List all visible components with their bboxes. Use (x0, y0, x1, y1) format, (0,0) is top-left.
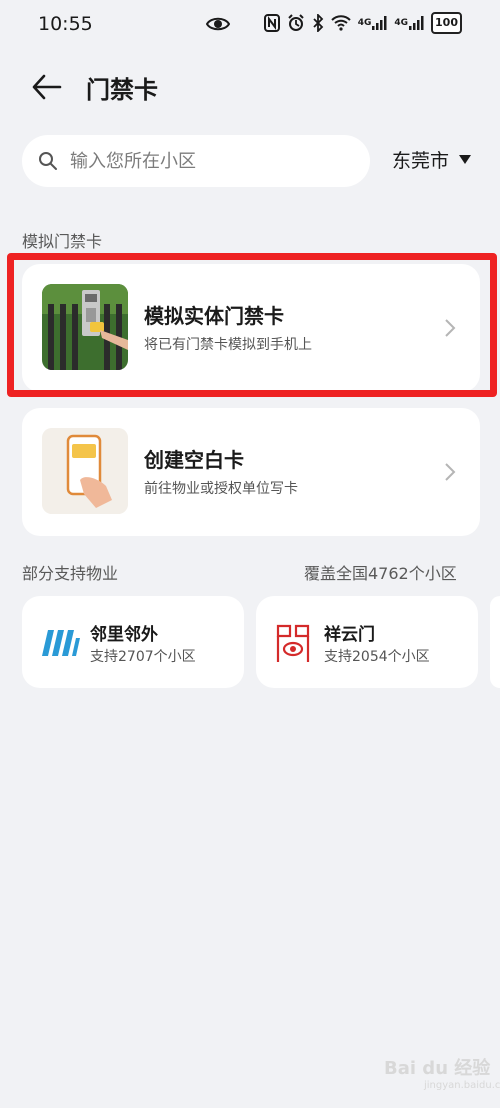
status-icons: 4G 4G 100 (263, 12, 462, 34)
chevron-right-icon (445, 319, 456, 337)
search-box[interactable] (22, 135, 370, 187)
coverage-count: 覆盖全国4762个小区 (304, 564, 457, 583)
battery-icon: 100 (431, 12, 462, 34)
property-card-partial[interactable] (490, 596, 500, 688)
section-label-simulate: 模拟门禁卡 (22, 232, 103, 251)
back-arrow-icon[interactable] (30, 72, 62, 102)
property-card-xiangyun[interactable]: 祥云门 支持2054个小区 (256, 596, 478, 688)
card-subtitle: 前往物业或授权单位写卡 (144, 481, 298, 497)
city-label: 东莞市 (392, 150, 450, 172)
wifi-icon (331, 12, 351, 34)
create-blank-card[interactable]: 创建空白卡 前往物业或授权单位写卡 (22, 408, 480, 536)
search-input[interactable] (70, 150, 350, 172)
card-subtitle: 将已有门禁卡模拟到手机上 (144, 337, 312, 353)
baidu-watermark: Bai du 经验 (384, 1058, 491, 1079)
bluetooth-icon (312, 12, 324, 34)
section-label-properties: 部分支持物业 (22, 564, 119, 583)
property-name: 祥云门 (324, 625, 375, 645)
simulate-physical-card[interactable]: 模拟实体门禁卡 将已有门禁卡模拟到手机上 (22, 264, 480, 392)
network-label: 4G (394, 18, 409, 28)
baidu-watermark-url: jingyan.baidu.com (424, 1080, 500, 1091)
linli-logo-icon (42, 630, 80, 656)
status-time: 10:55 (38, 13, 93, 35)
card-title: 模拟实体门禁卡 (144, 304, 284, 328)
property-name: 邻里邻外 (90, 625, 158, 645)
caret-down-icon (459, 155, 472, 164)
page-title: 门禁卡 (86, 76, 158, 104)
network-label: 4G (357, 18, 372, 28)
search-icon (39, 152, 57, 170)
signal-4g-icon-2: 4G (394, 12, 424, 34)
xiangyun-logo-icon (276, 624, 310, 662)
chevron-right-icon (445, 463, 456, 481)
door-access-photo-icon (42, 284, 128, 370)
card-title: 创建空白卡 (144, 448, 244, 472)
city-dropdown[interactable]: 东莞市 (392, 146, 472, 173)
property-count: 支持2707个小区 (90, 649, 196, 665)
property-count: 支持2054个小区 (324, 649, 430, 665)
nav-bar: 门禁卡 (0, 58, 500, 114)
property-card-linli[interactable]: 邻里邻外 支持2707个小区 (22, 596, 244, 688)
phone-card-icon (42, 428, 128, 514)
nfc-icon (263, 12, 280, 34)
signal-4g-icon: 4G (358, 12, 388, 34)
alarm-icon (287, 12, 305, 34)
eye-icon (206, 17, 230, 31)
